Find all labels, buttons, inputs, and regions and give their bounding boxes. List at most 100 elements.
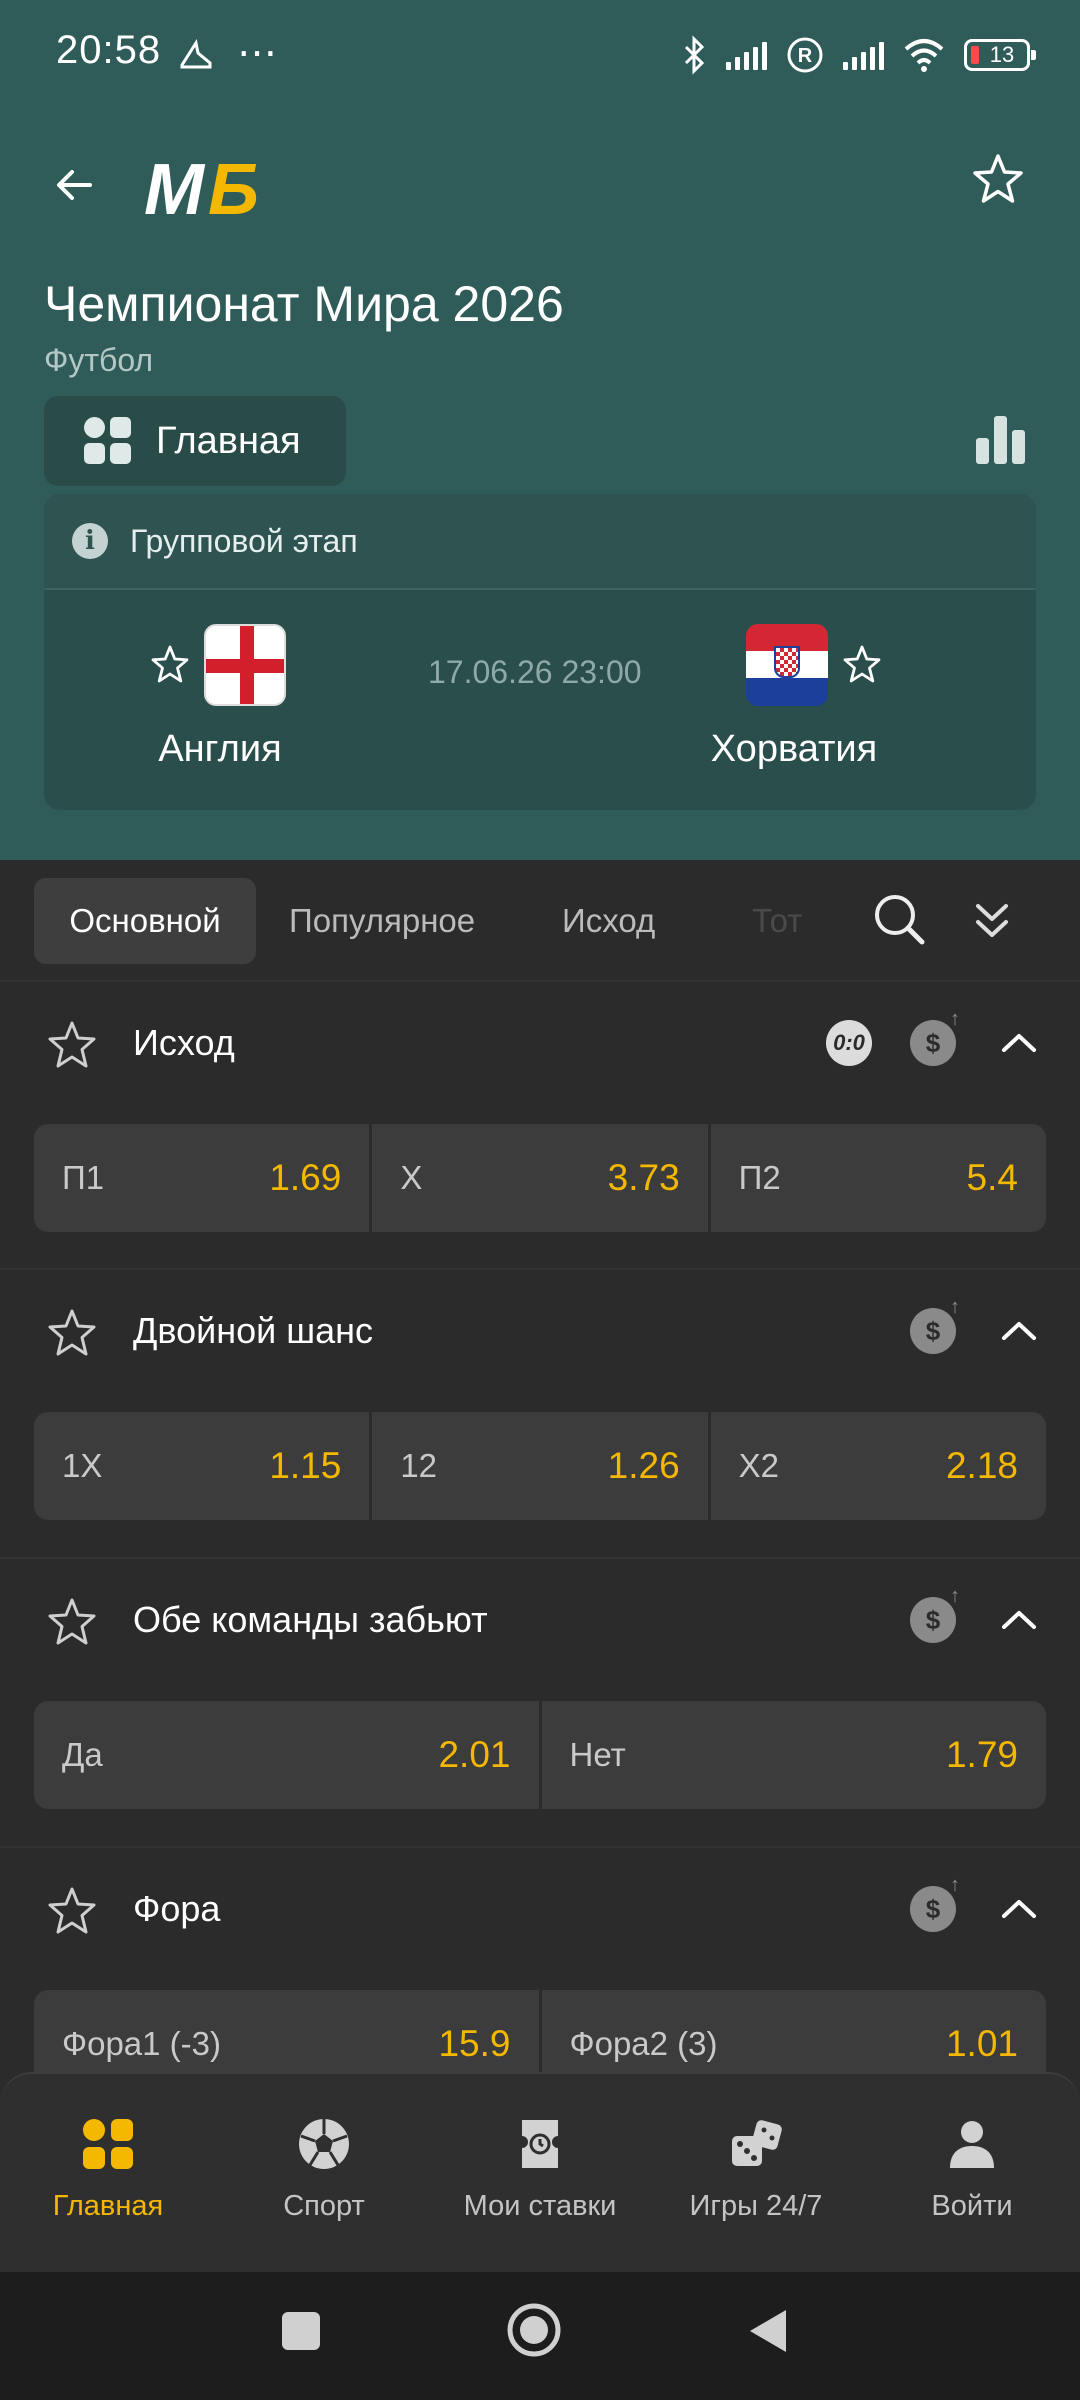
market-star-icon[interactable] [44, 1884, 100, 1940]
svg-text:R: R [798, 45, 813, 67]
battery-icon: 13 [964, 39, 1036, 71]
market-header[interactable]: Исход 0:0 $ [0, 982, 1080, 1107]
odd-button[interactable]: 1Х 1.15 [34, 1412, 370, 1520]
cashout-icon[interactable]: $ [910, 1585, 960, 1643]
nav-login[interactable]: Войти [864, 2074, 1080, 2272]
collapse-chevron-icon[interactable] [994, 1018, 1044, 1068]
registered-icon: R [787, 37, 823, 73]
market-title: Фора [133, 1888, 221, 1929]
collapse-chevron-icon[interactable] [994, 1884, 1044, 1934]
collapse-chevron-icon[interactable] [994, 1306, 1044, 1356]
odd-value: 5.4 [966, 1157, 1018, 1198]
market-header[interactable]: Обе команды забьют $ [0, 1559, 1080, 1684]
back-triangle-icon[interactable] [746, 2306, 790, 2356]
main-tab-label: Главная [156, 419, 301, 462]
odd-value: 3.73 [607, 1157, 680, 1198]
nav-sport[interactable]: Спорт [216, 2074, 432, 2272]
status-bar: 20:58 ⋯ R 13 [0, 0, 1080, 110]
odd-label: 12 [400, 1447, 438, 1484]
top-bar: М Б [0, 140, 1080, 230]
market-star-icon[interactable] [44, 1595, 100, 1651]
expand-all-icon[interactable] [970, 892, 1014, 948]
notification-icons: ⋯ [176, 30, 277, 76]
away-favorite-star-icon[interactable] [840, 643, 884, 687]
odd-button[interactable]: 12 1.26 [372, 1412, 708, 1520]
odd-label: 1Х [62, 1447, 103, 1484]
odd-value: 1.69 [269, 1157, 342, 1198]
odd-button[interactable]: Х2 2.18 [710, 1412, 1046, 1520]
odd-button[interactable]: П1 1.69 [34, 1124, 370, 1232]
match-datetime: 17.06.26 23:00 [428, 654, 642, 690]
market-double-chance: Двойной шанс $ 1Х1.15 121.26 Х22.18 [0, 1268, 1080, 1557]
home-team-name: Англия [158, 728, 282, 770]
info-icon: i [72, 523, 108, 559]
market-header[interactable]: Фора $ [0, 1848, 1080, 1973]
back-arrow-icon[interactable] [50, 160, 100, 210]
soccer-ball-icon [299, 2119, 349, 2169]
bottom-nav: Главная Спорт Мои ставки Игры 24/7 Войти [0, 2072, 1080, 2272]
odd-label: Да [62, 1736, 103, 1773]
stage-label: Групповой этап [130, 522, 358, 559]
nav-games[interactable]: Игры 24/7 [648, 2074, 864, 2272]
home-team: Англия [151, 624, 286, 771]
status-right: R 13 [682, 30, 1036, 80]
market-both-teams-score: Обе команды забьют $ Да 2.01 Нет 1.79 [0, 1557, 1080, 1846]
nav-label: Главная [52, 2190, 164, 2222]
search-icon[interactable] [870, 890, 930, 950]
cashout-icon[interactable]: $ [910, 1874, 960, 1932]
recent-apps-icon[interactable] [280, 2310, 322, 2352]
cashout-icon[interactable]: $ [910, 1008, 960, 1066]
home-favorite-star-icon[interactable] [148, 643, 192, 687]
system-nav-bar [0, 2272, 1080, 2400]
odd-label: Нет [569, 1736, 626, 1773]
market-title: Исход [133, 1022, 235, 1063]
collapse-chevron-icon[interactable] [994, 1595, 1044, 1645]
event-title: Чемпионат Мира 2026 [44, 276, 564, 332]
odd-label: Х [400, 1159, 423, 1196]
market-title: Двойной шанс [133, 1310, 374, 1351]
odd-value: 1.79 [945, 1734, 1018, 1775]
score-icon[interactable]: 0:0 [826, 1020, 872, 1066]
tab-outcome[interactable]: Исход [562, 878, 655, 964]
tab-popular[interactable]: Популярное [289, 878, 475, 964]
odd-value: 2.01 [438, 1734, 511, 1775]
market-header[interactable]: Двойной шанс $ [0, 1270, 1080, 1395]
croatia-flag-icon [746, 624, 828, 706]
nav-label: Войти [931, 2190, 1013, 2222]
odd-label: П1 [62, 1159, 105, 1196]
nav-label: Мои ставки [463, 2190, 617, 2222]
market-outcome: Исход 0:0 $ П1 1.69 Х 3.73 П2 5.4 [0, 980, 1080, 1268]
home-circle-icon[interactable] [506, 2302, 562, 2358]
nav-label: Спорт [283, 2190, 365, 2222]
favorite-star-icon[interactable] [968, 150, 1028, 210]
cashout-icon[interactable]: $ [910, 1296, 960, 1354]
signal-icon-2 [843, 40, 884, 70]
nav-label: Игры 24/7 [689, 2190, 823, 2222]
odds-row: Да 2.01 Нет 1.79 [34, 1701, 1046, 1809]
odd-button[interactable]: Да 2.01 [34, 1701, 539, 1809]
market-star-icon[interactable] [44, 1018, 100, 1074]
odd-button[interactable]: Нет 1.79 [541, 1701, 1046, 1809]
user-icon [950, 2121, 994, 2168]
market-star-icon[interactable] [44, 1306, 100, 1362]
odd-value: 15.9 [438, 2023, 511, 2064]
odd-button[interactable]: Х 3.73 [372, 1124, 708, 1232]
tab-total[interactable]: Тот [752, 878, 802, 964]
event-header: 20:58 ⋯ R 13 М Б Чемпионат Мира 2026 Фут… [0, 0, 1080, 860]
more-notifications-icon: ⋯ [237, 31, 278, 75]
statistics-icon[interactable] [976, 414, 1026, 464]
odd-label: Фора2 (3) [569, 2025, 718, 2062]
odd-label: П2 [738, 1159, 781, 1196]
odds-row: П1 1.69 Х 3.73 П2 5.4 [34, 1124, 1046, 1232]
nav-my-bets[interactable]: Мои ставки [432, 2074, 648, 2272]
grid-icon [84, 417, 132, 465]
odd-button[interactable]: П2 5.4 [710, 1124, 1046, 1232]
sport-label: Футбол [44, 342, 154, 378]
nav-home[interactable]: Главная [0, 2074, 216, 2272]
tab-main[interactable]: Основной [34, 878, 256, 964]
market-tabs: Основной Популярное Исход Тот [0, 860, 1080, 980]
main-tab-button[interactable]: Главная [44, 396, 346, 486]
svg-text:Б: Б [208, 150, 259, 228]
markets-list: Исход 0:0 $ П1 1.69 Х 3.73 П2 5.4 Двойной ш… [0, 980, 1080, 2098]
battery-level: 13 [989, 42, 1015, 67]
